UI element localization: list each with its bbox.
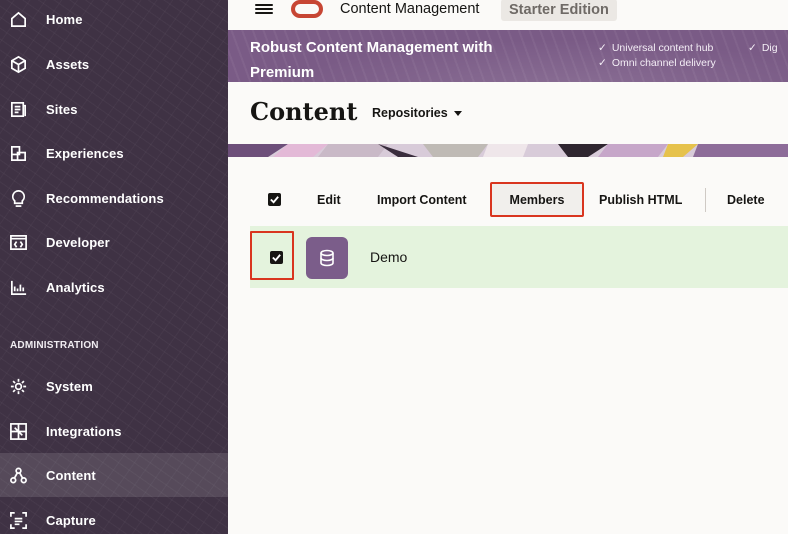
database-icon xyxy=(306,237,348,279)
promo-banner: Robust Content Management with Premium ✓… xyxy=(228,30,788,82)
recommendations-icon xyxy=(8,188,28,208)
sidebar-item-label: System xyxy=(46,378,93,394)
sidebar-item-home[interactable]: Home xyxy=(0,0,228,41)
sites-icon xyxy=(8,99,28,119)
assets-icon xyxy=(8,54,28,74)
oracle-logo xyxy=(291,0,323,18)
edit-button[interactable]: Edit xyxy=(317,186,341,214)
chevron-down-icon xyxy=(453,111,462,117)
sidebar-item-label: Capture xyxy=(46,512,96,528)
banner-feature: ✓ Dig xyxy=(748,42,778,54)
banner-feature: ✓ Universal content hub xyxy=(598,42,714,54)
sidebar-item-label: Analytics xyxy=(46,279,105,295)
sidebar-item-sites[interactable]: Sites xyxy=(0,87,228,131)
sidebar-item-label: Home xyxy=(46,11,83,27)
home-icon xyxy=(8,9,28,29)
sidebar-item-capture[interactable]: Capture xyxy=(0,498,228,534)
repository-name[interactable]: Demo xyxy=(370,249,407,265)
capture-icon xyxy=(8,510,28,530)
repositories-dropdown[interactable]: Repositories xyxy=(372,106,462,120)
top-bar: Content Management Starter Edition xyxy=(228,0,788,30)
delete-button[interactable]: Delete xyxy=(727,186,765,214)
sidebar-item-label: Integrations xyxy=(46,423,122,439)
row-checkbox[interactable] xyxy=(270,251,283,264)
members-button[interactable]: Members xyxy=(490,182,584,217)
sidebar-item-label: Experiences xyxy=(46,145,124,161)
edition-badge: Starter Edition xyxy=(501,0,617,21)
sidebar: Home Assets Sites Experiences Recommenda… xyxy=(0,0,228,534)
integrations-icon xyxy=(8,421,28,441)
content-icon xyxy=(8,465,28,485)
banner-feature: ✓ Omni channel delivery xyxy=(598,57,716,69)
select-all-checkbox[interactable] xyxy=(268,193,281,206)
decorative-strip xyxy=(228,144,788,157)
sidebar-item-label: Assets xyxy=(46,56,90,72)
sidebar-item-analytics[interactable]: Analytics xyxy=(0,265,228,309)
section-title-administration: ADMINISTRATION xyxy=(10,340,99,351)
repositories-label: Repositories xyxy=(372,106,448,120)
gear-icon xyxy=(8,376,28,396)
sidebar-item-label: Sites xyxy=(46,101,78,117)
check-icon: ✓ xyxy=(598,42,607,54)
publish-html-button[interactable]: Publish HTML xyxy=(599,186,682,214)
content-toolbar: Edit Import Content Members Publish HTML… xyxy=(250,180,788,220)
developer-icon xyxy=(8,232,28,252)
import-content-button[interactable]: Import Content xyxy=(377,186,467,214)
menu-icon[interactable] xyxy=(255,2,273,18)
experiences-icon xyxy=(8,143,28,163)
sidebar-item-system[interactable]: System xyxy=(0,364,228,408)
page-title: Content xyxy=(250,97,358,126)
sidebar-item-recommendations[interactable]: Recommendations xyxy=(0,176,228,220)
sidebar-item-label: Content xyxy=(46,467,96,483)
sidebar-item-integrations[interactable]: Integrations xyxy=(0,409,228,453)
app-title: Content Management xyxy=(340,1,480,17)
banner-title: Robust Content Management with Premium xyxy=(250,39,493,81)
sidebar-item-content[interactable]: Content xyxy=(0,453,228,497)
check-icon: ✓ xyxy=(748,42,757,54)
sidebar-item-experiences[interactable]: Experiences xyxy=(0,131,228,175)
table-row[interactable]: Demo xyxy=(250,226,788,288)
sidebar-item-developer[interactable]: Developer xyxy=(0,220,228,264)
sidebar-item-label: Developer xyxy=(46,234,110,250)
sidebar-item-label: Recommendations xyxy=(46,190,164,206)
toolbar-divider xyxy=(705,188,706,212)
check-icon: ✓ xyxy=(598,57,607,69)
analytics-icon xyxy=(8,277,28,297)
sidebar-item-assets[interactable]: Assets xyxy=(0,42,228,86)
